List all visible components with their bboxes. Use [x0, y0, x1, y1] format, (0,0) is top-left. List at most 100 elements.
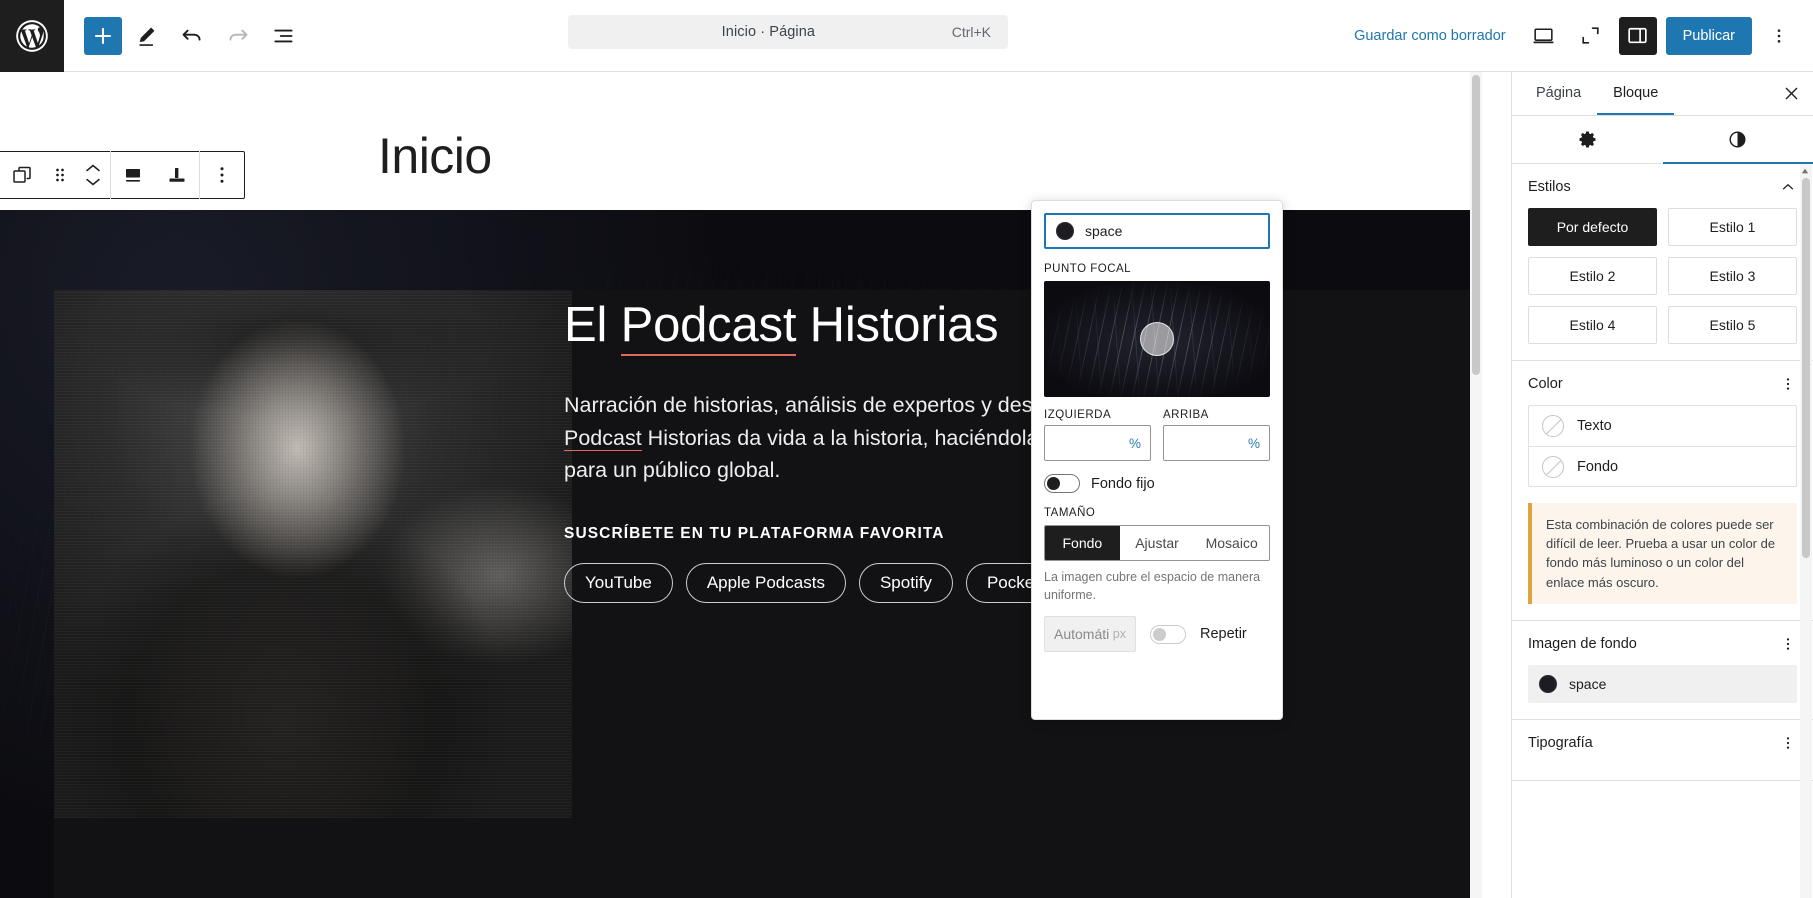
sidebar-toggle-icon[interactable]: [1618, 16, 1657, 55]
size-segmented-control: Fondo Ajustar Mosaico: [1044, 525, 1270, 561]
tab-pagina[interactable]: Página: [1520, 72, 1597, 115]
section-imagen-de-fondo: Imagen de fondo space: [1512, 621, 1813, 720]
command-bar[interactable]: Inicio · Página Ctrl+K: [568, 15, 1008, 49]
editor-top-bar: Inicio · Página Ctrl+K Guardar como borr…: [0, 0, 1813, 72]
misspelled-word-2: Podcast: [564, 425, 642, 451]
section-tipografia-header: Tipografía: [1528, 734, 1797, 752]
kebab-menu-icon[interactable]: [1779, 734, 1797, 752]
chevron-up-icon[interactable]: [1779, 178, 1797, 196]
color-swatch-fondo-icon: [1542, 455, 1564, 478]
color-swatch-texto-icon: [1542, 415, 1564, 437]
block-toolbar-group-main: [0, 152, 110, 198]
color-row-fondo[interactable]: Fondo: [1529, 446, 1796, 486]
cover-heading[interactable]: El Podcast Historias: [564, 298, 1444, 356]
canvas-scroll-thumb[interactable]: [1472, 75, 1480, 375]
edit-pencil-icon[interactable]: [124, 14, 168, 58]
styles-contrast-icon[interactable]: [1662, 116, 1813, 164]
subscribe-label: SUSCRÍBETE EN TU PLATAFORMA FAVORITA: [564, 524, 945, 542]
background-image-item[interactable]: space: [1528, 664, 1797, 703]
section-tipografia: Tipografía: [1512, 720, 1813, 781]
style-option-estilo-3[interactable]: Estilo 3: [1668, 257, 1797, 295]
focal-position-fields: IZQUIERDA % ARRIBA %: [1044, 409, 1270, 461]
block-toolbar: [0, 151, 245, 199]
color-row-texto[interactable]: Texto: [1529, 406, 1796, 446]
block-toolbar-group-align: [111, 152, 199, 198]
repeat-toggle[interactable]: [1150, 624, 1186, 644]
cover-block-icon[interactable]: [0, 152, 44, 198]
focal-left-input[interactable]: %: [1044, 425, 1151, 461]
style-option-estilo-2[interactable]: Estilo 2: [1528, 257, 1657, 295]
page-title[interactable]: Inicio: [378, 127, 492, 185]
sidebar-scroll-thumb[interactable]: [1802, 178, 1810, 558]
kebab-menu-icon[interactable]: [1779, 635, 1797, 653]
fixed-background-toggle[interactable]: [1044, 474, 1080, 493]
focal-point-handle[interactable]: [1140, 322, 1174, 356]
background-image-thumbnail-icon: [1539, 674, 1557, 693]
add-block-button[interactable]: [84, 16, 122, 55]
focal-point-label: PUNTO FOCAL: [1044, 263, 1132, 275]
redo-icon[interactable]: [216, 14, 260, 58]
top-bar-right-tools: Guardar como borrador Publicar: [1344, 16, 1813, 55]
section-estilos: Estilos Por defecto Estilo 1 Estilo 2 Es…: [1512, 164, 1813, 361]
style-variation-grid: Por defecto Estilo 1 Estilo 2 Estilo 3 E…: [1528, 208, 1797, 344]
portrait-image[interactable]: [54, 290, 572, 818]
platform-pill-list: YouTube Apple Podcasts Spotify Pocket Ca…: [564, 562, 1444, 603]
background-image-popover: space PUNTO FOCAL IZQUIERDA % ARRIBA % F…: [1031, 200, 1283, 720]
command-bar-title: Inicio · Página: [721, 24, 816, 40]
focal-top-field: ARRIBA %: [1163, 409, 1270, 461]
section-imagen-de-fondo-title: Imagen de fondo: [1528, 635, 1637, 652]
focal-top-input[interactable]: %: [1163, 425, 1270, 461]
section-color-header: Color: [1528, 375, 1797, 393]
tab-bloque[interactable]: Bloque: [1597, 72, 1675, 115]
expand-icon[interactable]: [1572, 17, 1610, 55]
sidebar-scrollbar[interactable]: [1800, 164, 1812, 898]
focal-top-label: ARRIBA: [1163, 409, 1209, 421]
editor-options-kebab-icon[interactable]: [1761, 17, 1797, 55]
media-name: space: [1085, 223, 1123, 239]
custom-size-input[interactable]: Automáti px: [1044, 616, 1136, 652]
paragraph-line-3: para un público global.: [564, 458, 781, 483]
sidebar-icon-tabs: [1512, 116, 1813, 164]
style-option-por-defecto[interactable]: Por defecto: [1528, 208, 1657, 246]
style-option-estilo-1[interactable]: Estilo 1: [1668, 208, 1797, 246]
save-draft-button[interactable]: Guardar como borrador: [1344, 22, 1516, 50]
media-thumbnail-icon: [1056, 222, 1074, 240]
focal-point-picker[interactable]: [1044, 281, 1270, 397]
style-option-estilo-4[interactable]: Estilo 4: [1528, 306, 1657, 344]
canvas-scrollbar[interactable]: [1470, 72, 1482, 898]
platform-pill-youtube[interactable]: YouTube: [564, 562, 673, 603]
popover-media-item[interactable]: space: [1044, 213, 1270, 249]
wordpress-block-editor: Inicio · Página Ctrl+K Guardar como borr…: [0, 0, 1813, 898]
size-option-fondo[interactable]: Fondo: [1045, 526, 1120, 560]
close-icon[interactable]: [1769, 72, 1813, 115]
block-movers[interactable]: [76, 152, 110, 198]
platform-pill-spotify[interactable]: Spotify: [858, 562, 953, 603]
scroll-up-arrow-icon[interactable]: [1799, 164, 1811, 178]
percent-unit-left: %: [1128, 435, 1141, 451]
contrast-warning-notice: Esta combinación de colores puede ser di…: [1528, 503, 1797, 604]
publish-button[interactable]: Publicar: [1665, 16, 1752, 55]
desktop-icon[interactable]: [1525, 17, 1563, 55]
settings-sidebar: Página Bloque Estilos Por defecto Estilo…: [1511, 72, 1813, 898]
style-option-estilo-5[interactable]: Estilo 5: [1668, 306, 1797, 344]
undo-icon[interactable]: [170, 14, 214, 58]
fixed-background-row: Fondo fijo: [1044, 474, 1270, 493]
align-full-icon[interactable]: [111, 152, 155, 198]
size-option-ajustar[interactable]: Ajustar: [1120, 526, 1195, 560]
fixed-background-label: Fondo fijo: [1091, 475, 1155, 492]
size-option-mosaico[interactable]: Mosaico: [1194, 526, 1269, 560]
block-options-kebab-icon[interactable]: [200, 152, 244, 198]
platform-pill-apple-podcasts[interactable]: Apple Podcasts: [685, 562, 846, 603]
list-view-icon[interactable]: [262, 14, 306, 58]
color-label-texto: Texto: [1577, 418, 1612, 434]
section-estilos-title: Estilos: [1528, 179, 1571, 195]
drag-dots-icon[interactable]: [44, 152, 76, 198]
section-estilos-header: Estilos: [1528, 178, 1797, 196]
color-label-fondo: Fondo: [1577, 458, 1619, 475]
percent-unit-top: %: [1247, 435, 1260, 451]
settings-gear-icon[interactable]: [1512, 116, 1663, 164]
kebab-menu-icon[interactable]: [1779, 375, 1797, 393]
wordpress-logo-icon[interactable]: [0, 0, 64, 72]
repeat-label: Repetir: [1200, 626, 1247, 642]
content-position-icon[interactable]: [155, 152, 199, 198]
